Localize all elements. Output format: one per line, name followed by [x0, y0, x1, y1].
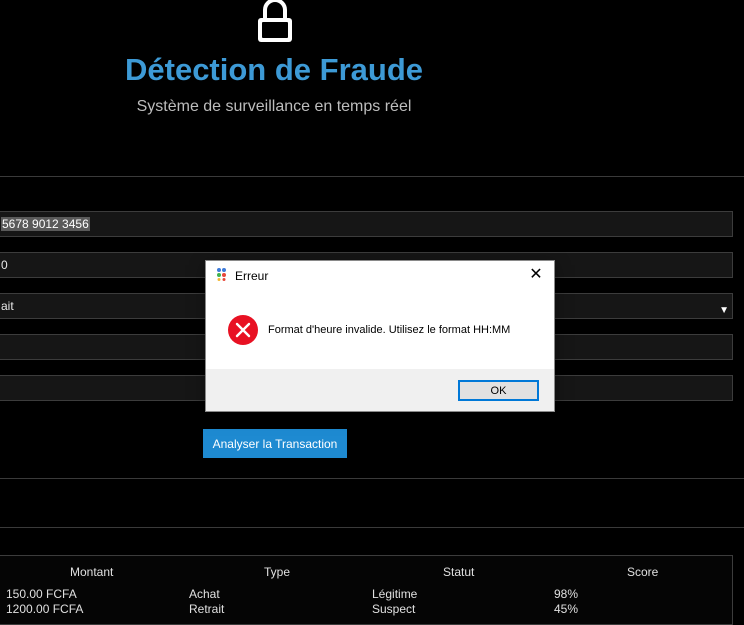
column-header-score: Score — [627, 565, 659, 579]
dialog-footer: OK — [206, 369, 554, 411]
page-subtitle: Système de surveillance en temps réel — [136, 98, 412, 115]
error-icon — [228, 315, 258, 345]
transactions-table: Montant Type Statut Score 150.00 FCFA Ac… — [0, 555, 733, 625]
ok-button[interactable]: OK — [458, 380, 539, 401]
table-cell-montant: 1200.00 FCFA — [6, 602, 84, 616]
table-cell-statut: Légitime — [372, 587, 418, 601]
close-icon[interactable]: ✕ — [523, 264, 549, 286]
analyze-transaction-button[interactable]: Analyser la Transaction — [203, 429, 347, 458]
transaction-type-value: ait — [1, 299, 14, 313]
app-icon — [217, 268, 226, 281]
page-title: Détection de Fraude — [125, 52, 423, 87]
table-cell-score: 98% — [554, 587, 579, 601]
divider-middle — [0, 478, 744, 479]
table-cell-type: Retrait — [189, 602, 225, 616]
divider-top — [0, 176, 744, 177]
divider-bottom — [0, 527, 744, 528]
table-cell-statut: Suspect — [372, 602, 416, 616]
dialog-title: Erreur — [235, 269, 269, 283]
card-number-value: 5678 9012 3456 — [1, 217, 90, 231]
column-header-montant: Montant — [70, 565, 114, 579]
table-cell-type: Achat — [189, 587, 220, 601]
table-cell-score: 45% — [554, 602, 579, 616]
amount-value: 0 — [1, 258, 8, 272]
dialog-message: Format d'heure invalide. Utilisez le for… — [268, 324, 511, 336]
error-dialog: Erreur ✕ Format d'heure invalide. Utilis… — [206, 261, 554, 411]
chevron-down-icon[interactable]: ▼ — [719, 299, 729, 318]
column-header-statut: Statut — [443, 565, 475, 579]
card-number-input[interactable]: 5678 9012 3456 — [0, 211, 733, 237]
lock-icon — [258, 0, 292, 42]
column-header-type: Type — [264, 565, 291, 579]
table-cell-montant: 150.00 FCFA — [6, 587, 77, 601]
